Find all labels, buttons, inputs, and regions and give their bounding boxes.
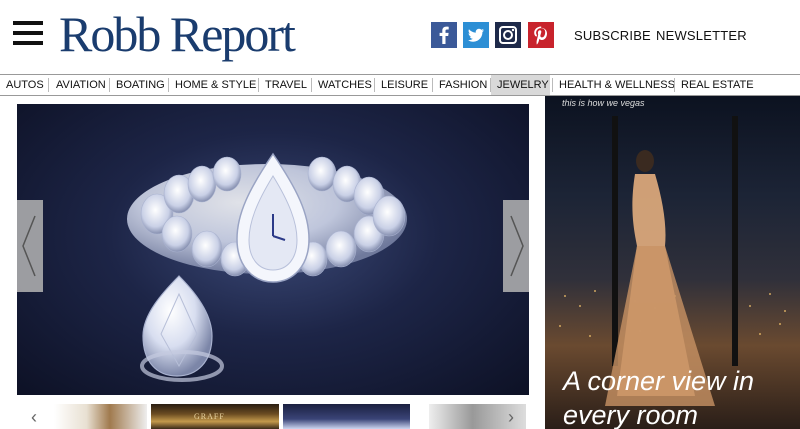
- nav-item-travel[interactable]: TRAVEL: [259, 75, 313, 95]
- nav-item-fashion[interactable]: FASHION: [433, 75, 493, 95]
- nav-item-autos[interactable]: AUTOS: [0, 75, 50, 95]
- ad-headline: A corner view in every room: [563, 366, 755, 429]
- site-logo[interactable]: Robb Report: [59, 4, 296, 64]
- newsletter-link[interactable]: NEWSLETTER: [656, 28, 747, 43]
- nav-item-jewelry[interactable]: JEWELRY: [491, 75, 550, 95]
- hamburger-menu-icon[interactable]: [13, 21, 43, 47]
- nav-item-leisure[interactable]: LEISURE: [375, 75, 434, 95]
- category-nav: AUTOS AVIATION BOATING HOME & STYLE TRAV…: [0, 74, 800, 96]
- thumbnail[interactable]: [283, 404, 410, 429]
- nav-item-home-style[interactable]: HOME & STYLE: [169, 75, 262, 95]
- thumbnail-next-icon[interactable]: ›: [508, 408, 514, 426]
- thumbnail[interactable]: [54, 404, 147, 429]
- thumbnail-label: GRAFF: [194, 412, 225, 421]
- site-header: Robb Report SUBSCRIBE NEWSLETTER: [0, 0, 800, 74]
- chevron-right-icon: [510, 215, 524, 277]
- carousel-thumbnails: ‹ GRAFF ›: [17, 404, 529, 429]
- thumbnail-prev-icon[interactable]: ‹: [31, 408, 37, 426]
- carousel-next-button[interactable]: [503, 200, 529, 292]
- carousel-prev-button[interactable]: [17, 200, 43, 292]
- nav-item-real-estate[interactable]: REAL ESTATE: [675, 75, 760, 95]
- twitter-icon[interactable]: [463, 22, 489, 48]
- nav-item-watches[interactable]: WATCHES: [312, 75, 378, 95]
- ad-tagline: this is how we vegas: [562, 98, 645, 108]
- chevron-left-icon: [22, 215, 36, 277]
- carousel-hero-image[interactable]: [17, 104, 529, 395]
- vegas-advertisement[interactable]: this is how we vegas A corner view in ev…: [545, 96, 800, 429]
- instagram-icon[interactable]: [495, 22, 521, 48]
- pinterest-icon[interactable]: [528, 22, 554, 48]
- nav-item-health-wellness[interactable]: HEALTH & WELLNESS: [553, 75, 681, 95]
- subscribe-link[interactable]: SUBSCRIBE: [574, 28, 651, 43]
- nav-separator: [48, 78, 49, 92]
- nav-item-aviation[interactable]: AVIATION: [50, 75, 112, 95]
- diamond-watch-and-ring-image: [127, 152, 407, 382]
- nav-item-boating[interactable]: BOATING: [110, 75, 171, 95]
- thumbnail[interactable]: GRAFF: [151, 404, 279, 429]
- facebook-icon[interactable]: [431, 22, 457, 48]
